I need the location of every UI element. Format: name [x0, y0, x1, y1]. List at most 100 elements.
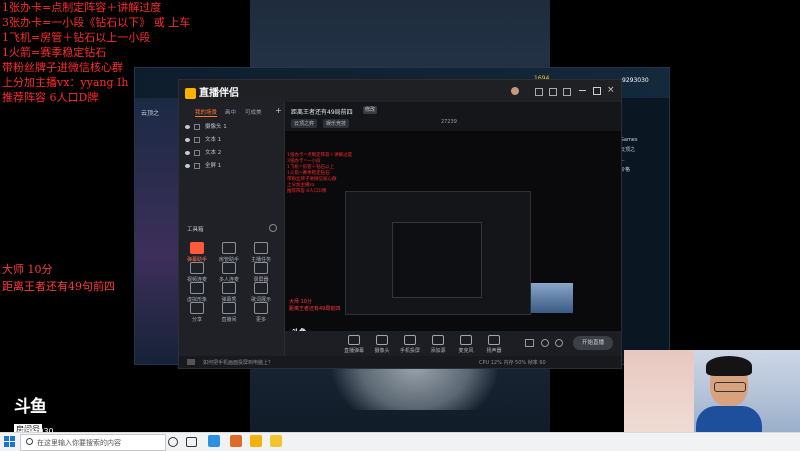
add-source-button[interactable]: 添加源	[425, 335, 451, 354]
toolbox-title: 工具箱	[187, 227, 204, 233]
distance-text: 距离王者还有49句前四	[2, 280, 115, 293]
cortana-icon[interactable]	[168, 437, 178, 447]
rank-text: 大师 10分	[2, 263, 53, 276]
streaming-app-taskbar-icon[interactable]	[270, 435, 282, 447]
avatar[interactable]	[511, 87, 519, 95]
app-name: 直播伴侣	[199, 88, 239, 99]
source-row[interactable]: 摄像头 1	[185, 122, 227, 130]
tool-room-admin[interactable]: 房管助手	[215, 242, 243, 263]
phone-icon	[404, 335, 416, 345]
add-icon	[432, 335, 444, 345]
task-icon	[254, 242, 268, 254]
category-chip[interactable]: 云顶之弈	[291, 119, 318, 128]
timer-icon[interactable]	[541, 339, 549, 347]
danmu-icon	[348, 335, 360, 345]
lock-icon[interactable]	[194, 162, 200, 169]
stream-overlay-text: 1张办卡=点制定阵容＋讲解过度 3张办卡=一小段《钻石以下》 或 上车 1飞机=…	[2, 0, 190, 105]
recorder-icon	[254, 262, 268, 274]
eye-icon[interactable]	[185, 150, 190, 155]
status-tip-link[interactable]: 如何把手机画面投屏到电脑上？	[203, 359, 273, 366]
douyu-logo-text: 斗鱼	[14, 397, 47, 417]
live-room-icon	[222, 302, 236, 314]
windows-taskbar: 在这里输入你要搜索的内容	[0, 432, 800, 451]
tool-danmu-show[interactable]: 弹幕秀	[215, 282, 243, 303]
game-client-left-panel: 云顶之	[135, 98, 181, 364]
add-scene-icon[interactable]: +	[275, 106, 282, 115]
stream-title: 距离王者还有49局前四	[291, 109, 353, 116]
tip-icon	[187, 359, 195, 365]
preview-nested-inner	[392, 222, 482, 298]
taskbar-search-input[interactable]: 在这里输入你要搜索的内容	[20, 434, 166, 451]
speaker-button[interactable]: 扬声器	[481, 335, 507, 354]
tab-extra[interactable]: 可成美	[245, 108, 262, 116]
tool-streamer-task[interactable]: 主播任务	[247, 242, 275, 263]
start-live-button[interactable]: 开始直播	[573, 336, 613, 350]
share-icon	[190, 302, 204, 314]
windows-start-icon[interactable]	[4, 436, 15, 447]
record-icon[interactable]	[525, 339, 534, 347]
stream-preview[interactable]: 1张办卡=点制定阵容＋讲解过度 3张办卡=一小段 1飞机=房管＋钻石以上 1火箭…	[285, 131, 621, 337]
tab-pip[interactable]: 画中	[225, 108, 236, 116]
task-view-icon[interactable]	[186, 437, 197, 447]
app-titlebar: 直播伴侣 ×	[179, 80, 621, 102]
menu-icon[interactable]	[563, 88, 571, 96]
minimize-icon[interactable]	[579, 90, 586, 91]
right-menu-item[interactable]: ...	[620, 155, 666, 165]
lock-icon[interactable]	[194, 136, 200, 143]
webcam-person-glasses	[714, 382, 746, 392]
source-row[interactable]: 全屏 1	[185, 161, 221, 169]
overlay-line: 上分加主播vx：yyang Ih	[2, 76, 129, 89]
streaming-app-window[interactable]: 直播伴侣 × 我的场景 画中 可成美 + 摄像头 1 文本 1 文本 2 全屏 …	[178, 79, 622, 369]
overlay-line: 带粉丝牌子进微信核心群	[2, 61, 123, 74]
tool-multi-link[interactable]: 多人连麦	[215, 262, 243, 283]
camera-button[interactable]: 摄像头	[369, 335, 395, 354]
right-menu-item[interactable]: 价格	[620, 165, 666, 175]
live-danmu-button[interactable]: 直播弹幕	[341, 335, 367, 354]
phone-cast-button[interactable]: 手机投屏	[397, 335, 423, 354]
right-menu-item[interactable]: Games	[620, 135, 666, 145]
edge-icon[interactable]	[208, 435, 220, 447]
webcam-person-hair	[706, 356, 752, 376]
camera-icon	[376, 335, 388, 345]
more-icon	[254, 302, 268, 314]
settings-icon[interactable]	[549, 88, 557, 96]
search-placeholder: 在这里输入你要搜索的内容	[37, 439, 121, 447]
microphone-button[interactable]: 麦克风	[453, 335, 479, 354]
app-sidebar: 我的场景 画中 可成美 + 摄像头 1 文本 1 文本 2 全屏 1 工具箱 弹…	[179, 102, 285, 356]
preview-overlay-text: 1张办卡=点制定阵容＋讲解过度 3张办卡=一小段 1飞机=房管＋钻石以上 1火箭…	[287, 153, 353, 194]
app-bottom-toolbar: 直播弹幕 摄像头 手机投屏 添加源 麦克风 扬声器 开始直播	[285, 331, 621, 356]
tool-more[interactable]: 更多	[247, 302, 275, 323]
lock-icon[interactable]	[194, 123, 200, 130]
eye-icon[interactable]	[185, 163, 190, 168]
tool-lyrics[interactable]: 歌词展示	[247, 282, 275, 303]
lock-icon[interactable]	[194, 149, 200, 156]
gear-icon[interactable]	[555, 339, 563, 347]
tool-danmu-assistant[interactable]: 弹幕助手	[183, 242, 211, 263]
source-row[interactable]: 文本 2	[185, 148, 221, 156]
tool-live-room[interactable]: 直播间	[215, 302, 243, 323]
game-client-label: 云顶之	[141, 110, 160, 117]
maximize-icon[interactable]	[593, 87, 601, 95]
tool-recorder[interactable]: 录屏器	[247, 262, 275, 283]
message-icon[interactable]	[535, 88, 543, 96]
source-label: 文本 2	[205, 150, 222, 156]
overlay-line: 1张办卡=点制定阵容＋讲解过度	[2, 1, 162, 14]
source-label: 文本 1	[205, 137, 222, 143]
tool-share[interactable]: 分享	[183, 302, 211, 323]
tool-avatar[interactable]: 虚拟形象	[183, 282, 211, 303]
category-chip[interactable]: 娱乐竞技	[323, 119, 350, 128]
toolbox-more-icon[interactable]	[269, 224, 277, 232]
preview-nested-window	[345, 191, 531, 315]
app-statusbar: 如何把手机画面投屏到电脑上？ CPU 12% 内存 50% 帧率 60	[179, 356, 621, 368]
multi-link-icon	[222, 262, 236, 274]
right-menu-item[interactable]: 云顶之	[620, 145, 666, 155]
eye-icon[interactable]	[185, 124, 190, 129]
tab-scenes[interactable]: 我的场景	[195, 108, 218, 117]
close-icon[interactable]: ×	[607, 85, 615, 95]
file-explorer-icon[interactable]	[250, 435, 262, 447]
tool-video-link[interactable]: 视频连麦	[183, 262, 211, 283]
game-app-icon[interactable]	[230, 435, 242, 447]
eye-icon[interactable]	[185, 137, 190, 142]
source-row[interactable]: 文本 1	[185, 135, 221, 143]
edit-title-button[interactable]: 修改	[363, 106, 377, 114]
